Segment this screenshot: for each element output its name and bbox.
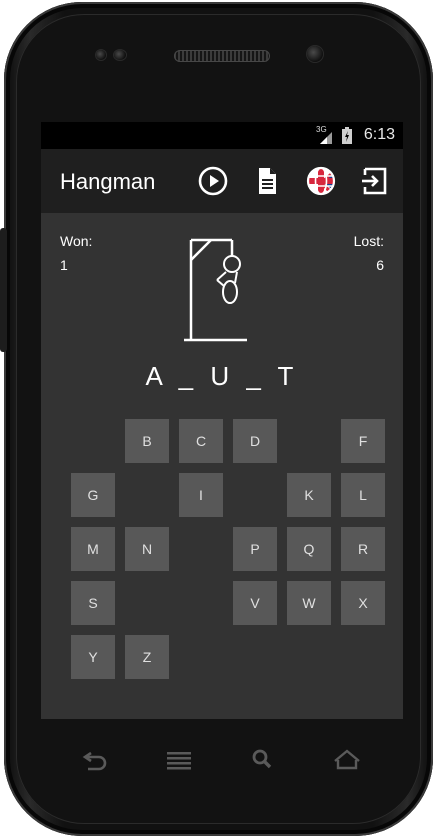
menu-icon[interactable] xyxy=(163,748,195,772)
status-bar: 3G 6:13 xyxy=(41,122,403,149)
letter-key[interactable]: Y xyxy=(71,635,115,679)
letter-key[interactable]: F xyxy=(341,419,385,463)
letter-key-label: S xyxy=(88,595,98,611)
letter-key-label: I xyxy=(199,487,203,503)
letter-key[interactable]: I xyxy=(179,473,223,517)
sensor-dot xyxy=(114,50,126,60)
letter-key[interactable]: L xyxy=(341,473,385,517)
letter-key-label: P xyxy=(250,541,260,557)
letter-key[interactable]: R xyxy=(341,527,385,571)
battery-icon xyxy=(342,127,352,144)
back-icon[interactable] xyxy=(79,748,111,772)
hangman-drawing xyxy=(184,238,247,342)
letter-key-label: F xyxy=(358,433,368,449)
letter-key[interactable]: G xyxy=(71,473,115,517)
screen: 3G 6:13 Hangman Won: 1 Lost: 6 A _ U _ T… xyxy=(41,122,403,719)
letter-key-label: Z xyxy=(142,649,152,665)
home-icon[interactable] xyxy=(331,748,363,772)
letter-key[interactable]: N xyxy=(125,527,169,571)
action-bar: Hangman xyxy=(41,149,403,213)
letter-key[interactable]: P xyxy=(233,527,277,571)
app-title: Hangman xyxy=(60,169,156,194)
letter-key[interactable]: C xyxy=(179,419,223,463)
letter-key[interactable]: K xyxy=(287,473,331,517)
letter-key-label: G xyxy=(87,487,99,503)
front-camera xyxy=(307,46,323,62)
navigation-bar xyxy=(41,722,403,798)
clock: 6:13 xyxy=(363,126,395,143)
letter-key-label: V xyxy=(250,595,260,611)
letter-key-label: B xyxy=(142,433,152,449)
letter-key-label: L xyxy=(359,487,367,503)
word-display: A _ U _ T xyxy=(145,361,299,391)
letter-key-label: W xyxy=(302,595,316,611)
letter-key-label: K xyxy=(304,487,314,503)
lost-count: 6 xyxy=(376,257,384,273)
letter-key[interactable]: Z xyxy=(125,635,169,679)
side-button xyxy=(0,228,7,352)
letter-key[interactable]: S xyxy=(71,581,115,625)
letter-key[interactable]: D xyxy=(233,419,277,463)
play-icon[interactable] xyxy=(197,165,229,197)
sensor-dot xyxy=(96,50,106,60)
document-icon[interactable] xyxy=(251,165,283,197)
globe-flag-icon[interactable] xyxy=(305,165,337,197)
letter-key-label: Y xyxy=(88,649,98,665)
letter-key[interactable]: W xyxy=(287,581,331,625)
letter-key[interactable]: Q xyxy=(287,527,331,571)
letter-key[interactable]: X xyxy=(341,581,385,625)
letter-key-label: C xyxy=(195,433,207,449)
won-count: 1 xyxy=(60,257,68,273)
letter-key[interactable]: V xyxy=(233,581,277,625)
letter-key-label: M xyxy=(87,541,99,557)
letter-key[interactable]: B xyxy=(125,419,169,463)
letter-key-label: R xyxy=(357,541,369,557)
search-icon[interactable] xyxy=(247,748,279,772)
letter-key-label: X xyxy=(358,595,368,611)
letter-key[interactable]: M xyxy=(71,527,115,571)
signal-icon xyxy=(320,132,332,144)
exit-icon[interactable] xyxy=(359,165,391,197)
letter-key-label: N xyxy=(141,541,153,557)
letter-key-label: D xyxy=(249,433,261,449)
lost-label: Lost: xyxy=(353,233,384,249)
won-label: Won: xyxy=(60,233,93,249)
letter-key-label: Q xyxy=(303,541,315,557)
earpiece-speaker xyxy=(174,50,270,62)
